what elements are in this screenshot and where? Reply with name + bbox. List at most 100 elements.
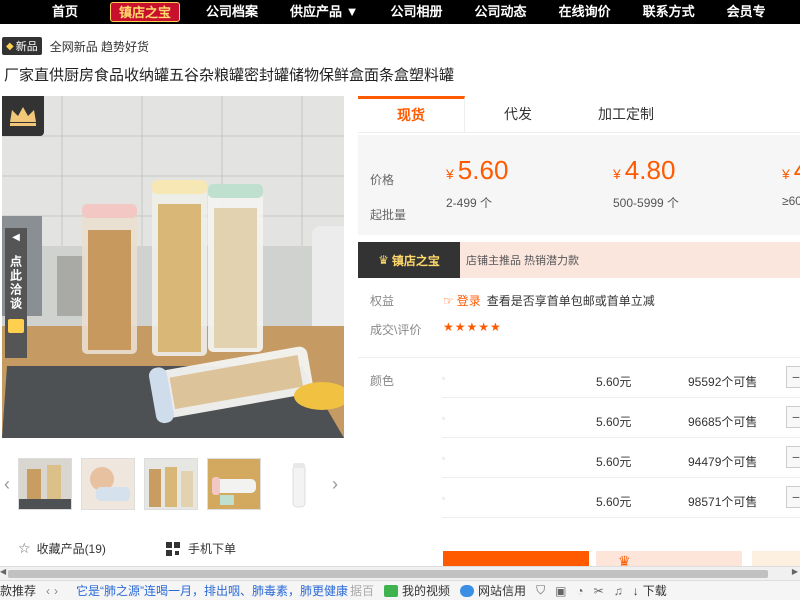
price-label: 价格 xyxy=(370,173,395,187)
favorite-product-button[interactable]: ☆ 收藏产品(19) xyxy=(18,540,106,557)
nav-home[interactable]: 首页 xyxy=(0,0,100,24)
news-tail: 据百 xyxy=(350,584,375,598)
currency-symbol: ¥ xyxy=(613,166,621,182)
chat-side-tab[interactable]: ◀ 点此洽谈 xyxy=(5,228,27,358)
scrollbar-thumb[interactable] xyxy=(8,570,768,578)
nav-company-album[interactable]: 公司相册 xyxy=(375,0,459,24)
sku-stock: 95592个可售 xyxy=(688,375,758,389)
news-headline[interactable]: 它是“肺之源”连喝一月，排出咽、肺毒素，肺更健康 xyxy=(76,582,348,599)
thumbnail-image xyxy=(271,459,323,509)
sku-price: 5.60元 xyxy=(596,495,632,509)
star-outline-icon: ☆ xyxy=(18,540,31,556)
scroll-right-icon[interactable]: ▶ xyxy=(792,567,798,576)
new-badge-text: 全网新品 趋势好货 xyxy=(49,39,150,54)
login-link[interactable]: 登录 xyxy=(457,292,481,309)
site-credit-button[interactable]: 网站信用 xyxy=(460,582,526,599)
review-label: 成交\评价 xyxy=(370,323,422,337)
diamond-icon: ◆ xyxy=(6,40,14,52)
quantity-decrement-button[interactable]: − xyxy=(786,406,800,428)
download-icon: ↓ xyxy=(632,583,639,598)
shop-promo-banner[interactable]: ♛ 镇店之宝 店铺主推品 热销潜力款 xyxy=(358,242,800,278)
horizontal-scrollbar[interactable]: ◀ ▶ xyxy=(0,566,800,580)
tab-in-stock[interactable]: 现货 xyxy=(358,96,465,132)
thumbnail-image xyxy=(19,459,71,509)
download-label: 下载 xyxy=(642,584,667,598)
shop-treasure-badge: ♛ 镇店之宝 xyxy=(358,242,460,278)
chat-side-label: 点此洽谈 xyxy=(8,255,23,311)
store-crown-badge xyxy=(2,96,44,136)
purchase-tabs: 现货 代发 加工定制 xyxy=(358,96,800,133)
price-tier-2: ¥4.80 500-5999 个 xyxy=(613,155,679,211)
price-tier-2-value: 4.80 xyxy=(624,155,676,185)
collapse-left-icon[interactable]: ◀ xyxy=(12,232,20,243)
next-arrow-icon[interactable]: › xyxy=(54,584,58,598)
thumbnail-4[interactable] xyxy=(207,458,261,510)
nav-company-news[interactable]: 公司动态 xyxy=(459,0,543,24)
quantity-decrement-button[interactable]: − xyxy=(786,446,800,468)
shop-promo-text: 店铺主推品 热销潜力款 xyxy=(466,255,580,267)
sku-row: ▫ 5.60元 96685个可售 − xyxy=(442,398,800,438)
nav-online-inquiry[interactable]: 在线询价 xyxy=(543,0,627,24)
sku-stock: 96685个可售 xyxy=(688,415,758,429)
new-product-row: ◆ 新品 全网新品 趋势好货 xyxy=(2,37,149,55)
new-badge: ◆ 新品 xyxy=(2,37,42,55)
sku-thumb-placeholder[interactable]: ▫ xyxy=(442,494,445,503)
browser-status-bar: 款推荐 ‹ › 它是“肺之源”连喝一月，排出咽、肺毒素，肺更健康 据百 我的视频… xyxy=(0,580,800,600)
moq-label: 起批量 xyxy=(370,208,407,222)
nav-company-profile[interactable]: 公司档案 xyxy=(190,0,274,24)
mobile-order-label: 手机下单 xyxy=(188,542,237,556)
hand-pointer-icon: ☞ xyxy=(443,293,454,308)
price-tier-3-value: 4 xyxy=(794,155,800,185)
shop-treasure-label: 镇店之宝 xyxy=(391,253,440,268)
thumbnail-5[interactable] xyxy=(270,458,324,510)
recommend-label[interactable]: 款推荐 xyxy=(0,582,36,599)
tools-icon[interactable]: ✂ xyxy=(594,584,604,598)
site-credit-label: 网站信用 xyxy=(478,584,527,598)
thumbnail-3[interactable] xyxy=(144,458,198,510)
audio-icon[interactable]: ♫ xyxy=(614,584,623,598)
prev-arrow-icon[interactable]: ‹ xyxy=(46,584,50,598)
tab-custom-processing[interactable]: 加工定制 xyxy=(571,96,681,132)
benefits-row: ☞ 登录 查看是否享首单包邮或首单立减 xyxy=(443,292,655,309)
favorite-product-label: 收藏产品(19) xyxy=(36,542,106,556)
my-video-button[interactable]: 我的视频 xyxy=(384,582,450,599)
nav-brand-treasure[interactable]: 镇店之宝 xyxy=(110,2,181,22)
price-tier-3-range: ≥60 xyxy=(782,194,800,208)
thumbnail-next-icon[interactable]: › xyxy=(332,474,338,495)
thumbnail-image xyxy=(145,459,197,509)
speedometer-icon[interactable]: ◔ xyxy=(576,584,583,598)
nav-member[interactable]: 会员专 xyxy=(711,0,782,24)
shield-icon[interactable]: ⛉ xyxy=(536,583,545,598)
scroll-left-icon[interactable]: ◀ xyxy=(0,567,6,576)
nav-contact[interactable]: 联系方式 xyxy=(627,0,711,24)
thumbnail-prev-icon[interactable]: ‹ xyxy=(4,474,10,495)
mobile-order-button[interactable]: 手机下单 xyxy=(166,540,236,557)
download-button[interactable]: ↓ 下载 xyxy=(633,582,667,599)
sku-stock: 98571个可售 xyxy=(688,495,758,509)
sku-thumb-placeholder[interactable]: ▫ xyxy=(442,414,445,423)
drop-icon xyxy=(460,584,475,597)
thumbnail-image xyxy=(82,459,134,509)
sku-price: 5.60元 xyxy=(596,455,632,469)
thumbnail-2[interactable] xyxy=(81,458,135,510)
tab-dropship[interactable]: 代发 xyxy=(465,96,571,132)
benefits-text: 查看是否享首单包邮或首单立减 xyxy=(486,294,655,308)
my-video-label: 我的视频 xyxy=(402,584,451,598)
thumbnail-1[interactable] xyxy=(18,458,72,510)
main-product-image[interactable] xyxy=(2,96,344,438)
currency-symbol: ¥ xyxy=(446,166,454,182)
price-tier-1-value: 5.60 xyxy=(457,155,509,185)
thumbnail-strip: ‹ › xyxy=(0,456,344,510)
benefits-label: 权益 xyxy=(370,294,395,308)
quantity-decrement-button[interactable]: − xyxy=(786,366,800,388)
nav-products-dropdown[interactable]: 供应产品 ▼ xyxy=(274,0,374,24)
rating-stars[interactable]: ★★★★★ xyxy=(443,320,502,334)
sku-thumb-placeholder[interactable]: ▫ xyxy=(442,374,445,383)
price-tier-2-range: 500-5999 个 xyxy=(613,196,680,210)
sku-list: 颜色 ▫ 5.60元 95592个可售 − ▫ 5.60元 96685个可售 −… xyxy=(358,357,800,522)
product-title: 厂家直供厨房食品收纳罐五谷杂粮罐密封罐储物保鲜盒面条盒塑料罐 xyxy=(4,67,455,84)
quantity-decrement-button[interactable]: − xyxy=(786,486,800,508)
sku-thumb-placeholder[interactable]: ▫ xyxy=(442,454,445,463)
image-icon[interactable]: ▣ xyxy=(555,584,566,598)
sku-row: ▫ 5.60元 94479个可售 − xyxy=(442,438,800,478)
